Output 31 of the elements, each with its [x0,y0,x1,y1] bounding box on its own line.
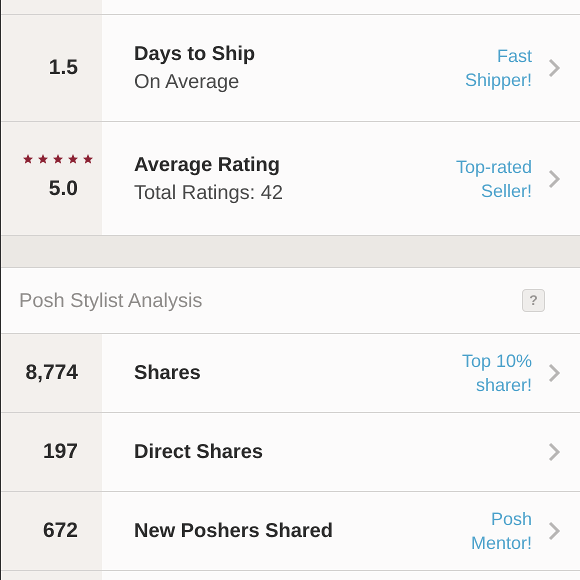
stat-value: 1.5 [48,55,78,82]
star-icon [37,152,49,165]
badge-text: Seller! [480,180,532,202]
stat-value: 197 [42,439,78,466]
stat-title: Average Rating [134,152,281,178]
chevron-right-icon [548,58,560,78]
badge-text: Top 10% [462,350,532,373]
stat-subtitle: Total Ratings: 42 [134,180,284,206]
star-icon [82,152,94,165]
stat-title: Days to Ship [134,42,256,67]
stat-title: Shares [134,361,202,386]
stat-title: New Poshers Shared [134,519,334,544]
stat-value: 8,774 [25,360,78,386]
chevron-right-icon [548,442,560,462]
star-icon [52,152,64,165]
badge-text: Fast [496,45,532,68]
chevron-right-icon [548,521,560,541]
stat-value: 5.0 [48,176,78,202]
stat-title: Direct Shares [134,440,264,465]
badge-text: sharer! [476,374,532,397]
chevron-right-icon [548,363,560,383]
star-icon [22,152,34,165]
section-title: Posh Stylist Analysis [19,288,204,314]
stat-subtitle: On Average [134,70,240,95]
badge-text: Posh [490,508,532,531]
badge-text: Shipper! [464,69,532,92]
chevron-right-icon [548,168,560,188]
star-icon [67,152,79,165]
badge-text: Top-rated [456,156,532,178]
stat-value: 672 [42,518,78,544]
badge-text: Mentor! [470,532,532,555]
